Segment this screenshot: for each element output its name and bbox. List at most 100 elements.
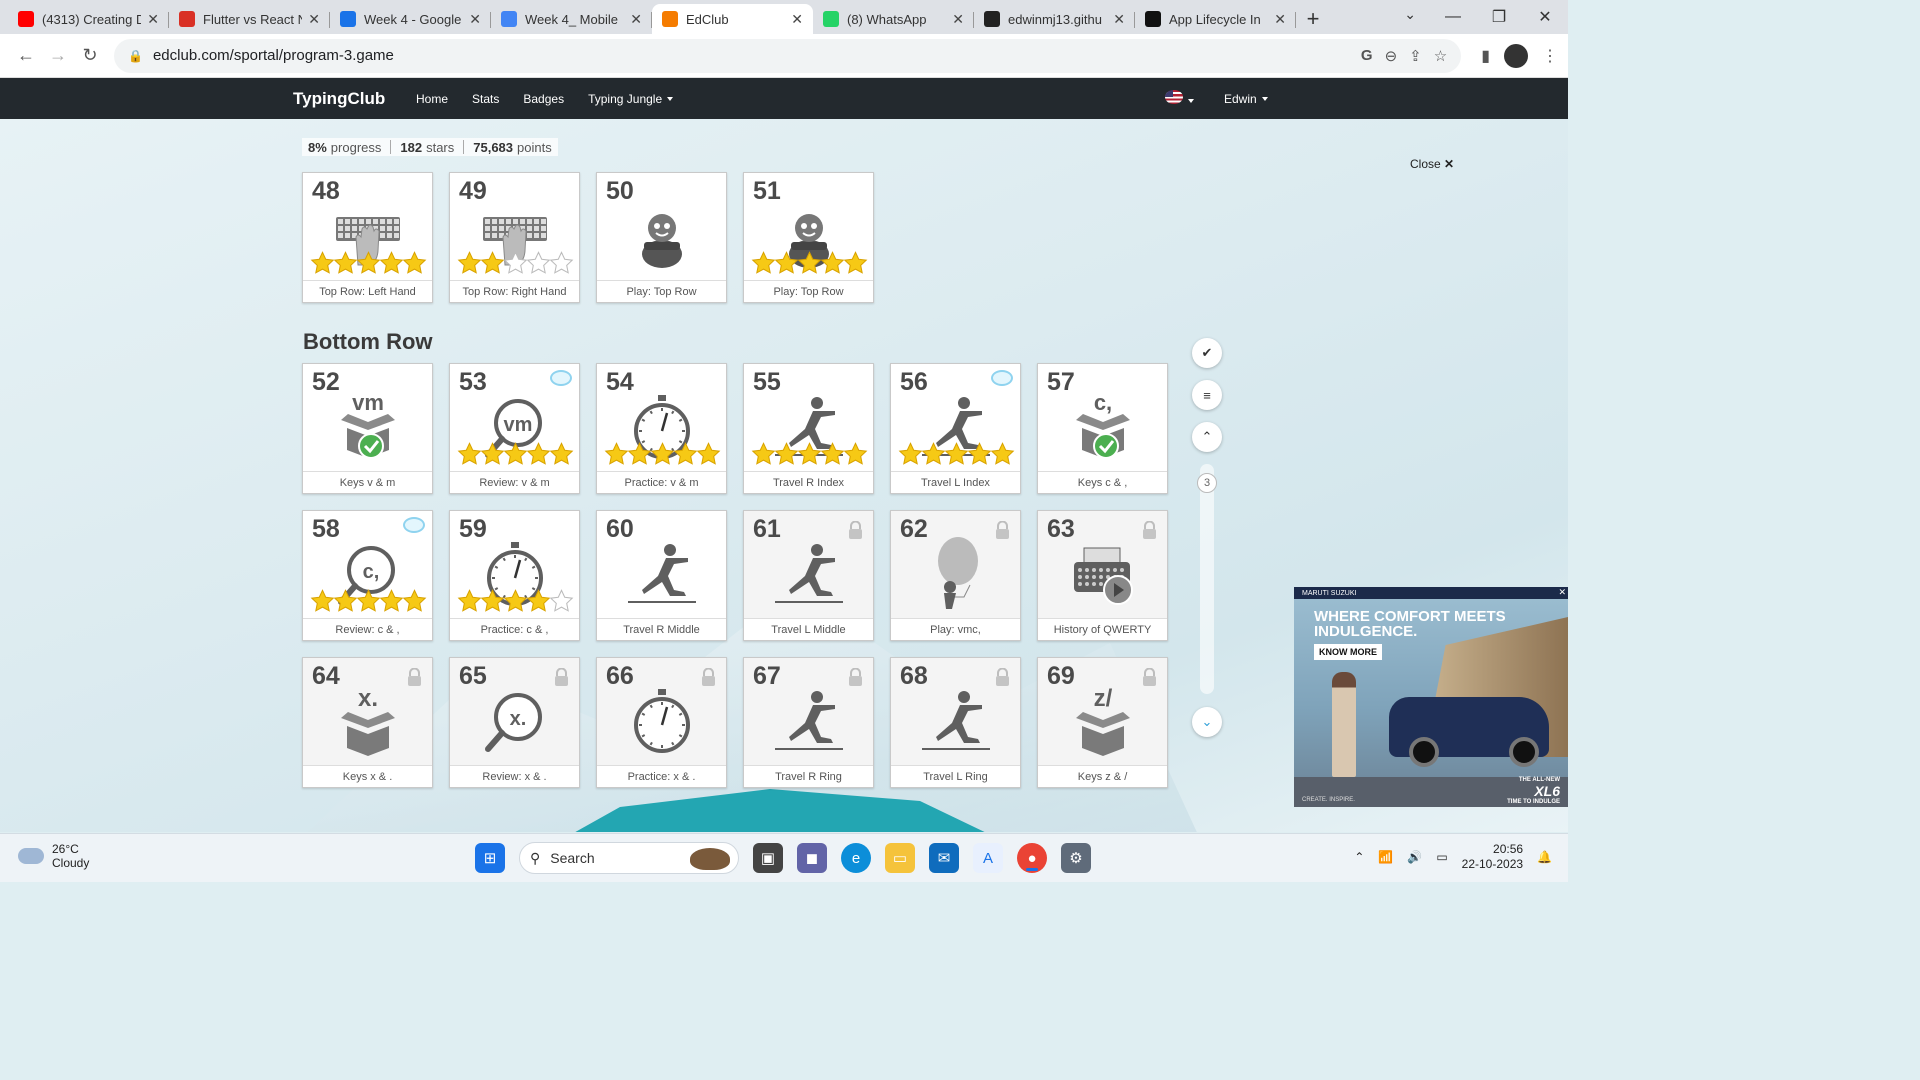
menu-icon[interactable]: ≡ xyxy=(1192,380,1222,410)
nav-home[interactable]: Home xyxy=(416,92,448,106)
user-menu[interactable]: Edwin xyxy=(1224,92,1268,106)
lesson-stars xyxy=(309,588,428,616)
url-field[interactable]: 🔒 edclub.com/sportal/program-3.game G ⊖ … xyxy=(114,38,1462,73)
nav-badges[interactable]: Badges xyxy=(523,92,564,106)
lesson-card[interactable]: 59 Practice: c & , xyxy=(449,510,580,641)
lesson-card[interactable]: 51 Play: Top Row xyxy=(743,172,874,303)
close-tab-icon[interactable]: ✕ xyxy=(1274,11,1286,28)
minimize-icon[interactable]: — xyxy=(1430,0,1476,34)
lesson-card[interactable]: 69 z/Keys z & / xyxy=(1037,657,1168,788)
lesson-card[interactable]: 67 Travel R Ring xyxy=(743,657,874,788)
lesson-card[interactable]: 48 Top Row: Left Hand xyxy=(302,172,433,303)
browser-tab[interactable]: (8) WhatsApp ✕ xyxy=(813,4,974,34)
lock-icon xyxy=(1143,668,1156,686)
mail-icon[interactable]: ✉ xyxy=(929,843,959,873)
site-navbar: TypingClub Home Stats Badges Typing Jung… xyxy=(0,78,1568,119)
lesson-card[interactable]: 65 x. Review: x & . xyxy=(449,657,580,788)
taskbar-search[interactable]: ⚲ Search xyxy=(519,842,739,874)
teams-chat-icon[interactable]: ◼ xyxy=(797,843,827,873)
lesson-card[interactable]: 68 Travel L Ring xyxy=(890,657,1021,788)
ad-model: THE ALL-NEW XL6 TIME TO INDULGE xyxy=(1507,777,1560,805)
file-explorer-icon[interactable]: ▭ xyxy=(885,843,915,873)
bookmark-star-icon[interactable]: ☆ xyxy=(1434,47,1447,65)
lock-icon[interactable]: 🔒 xyxy=(128,49,143,63)
reload-icon[interactable]: ↻ xyxy=(74,40,106,72)
back-icon[interactable]: ← xyxy=(10,40,42,72)
nav-stats[interactable]: Stats xyxy=(472,92,499,106)
ad-know-more-button[interactable]: KNOW MORE xyxy=(1314,644,1382,660)
lesson-card[interactable]: 50 Play: Top Row xyxy=(596,172,727,303)
lesson-card[interactable]: 53 vm Review: v & m xyxy=(449,363,580,494)
forward-icon[interactable]: → xyxy=(42,40,74,72)
notification-bell-icon[interactable]: 🔔 xyxy=(1537,850,1552,864)
nav-typing-jungle[interactable]: Typing Jungle xyxy=(588,92,674,106)
zoom-icon[interactable]: ⊖ xyxy=(1385,47,1398,65)
lesson-card[interactable]: 58 c, Review: c & , xyxy=(302,510,433,641)
google-icon[interactable]: G xyxy=(1361,47,1373,64)
lesson-card[interactable]: 60 Travel R Middle xyxy=(596,510,727,641)
browser-tab[interactable]: edwinmj13.githu ✕ xyxy=(974,4,1135,34)
windows-start-icon[interactable]: ⊞ xyxy=(475,843,505,873)
scroll-down-icon[interactable]: ⌄ xyxy=(1192,707,1222,737)
lesson-card[interactable]: 55 Travel R Index xyxy=(743,363,874,494)
chevron-up-icon[interactable]: ⌃ xyxy=(1354,850,1364,864)
weather-widget[interactable]: 26°C Cloudy xyxy=(18,842,89,870)
browser-tab[interactable]: Week 4_ Mobile ✕ xyxy=(491,4,652,34)
close-tab-icon[interactable]: ✕ xyxy=(1113,11,1125,28)
tab-search-icon[interactable]: ⌄ xyxy=(1404,6,1416,23)
lesson-card[interactable]: 61 Travel L Middle xyxy=(743,510,874,641)
side-panel-icon[interactable]: ▮ xyxy=(1481,46,1490,66)
close-window-icon[interactable]: ✕ xyxy=(1522,0,1568,34)
lesson-title: Travel R Middle xyxy=(597,618,726,640)
cloud-icon xyxy=(18,848,44,864)
search-highlight-image xyxy=(690,848,730,870)
lesson-card[interactable]: 54 Practice: v & m xyxy=(596,363,727,494)
close-tab-icon[interactable]: ✕ xyxy=(308,11,320,28)
check-icon[interactable]: ✔ xyxy=(1192,338,1222,368)
chrome-menu-icon[interactable]: ⋮ xyxy=(1542,46,1558,66)
lesson-card[interactable]: 64 x. Keys x & . xyxy=(302,657,433,788)
share-icon[interactable]: ⇪ xyxy=(1409,47,1422,65)
browser-tab[interactable]: (4313) Creating D ✕ xyxy=(8,4,169,34)
wifi-icon[interactable]: 📶 xyxy=(1378,850,1393,864)
lesson-card[interactable]: 62 Play: vmc, xyxy=(890,510,1021,641)
browser-tab[interactable]: Flutter vs React N ✕ xyxy=(169,4,330,34)
typingclub-logo[interactable]: TypingClub xyxy=(293,89,385,109)
clock[interactable]: 20:56 22-10-2023 xyxy=(1462,842,1523,872)
close-tab-icon[interactable]: ✕ xyxy=(952,11,964,28)
star-filled-icon xyxy=(333,251,358,274)
lesson-card[interactable]: 57 c, Keys c & , xyxy=(1037,363,1168,494)
app-installer-icon[interactable]: A xyxy=(973,843,1003,873)
chrome-icon[interactable]: ● xyxy=(1017,843,1047,873)
close-tab-icon[interactable]: ✕ xyxy=(469,11,481,28)
lesson-card[interactable]: 66 Practice: x & . xyxy=(596,657,727,788)
close-tab-icon[interactable]: ✕ xyxy=(791,11,803,28)
star-filled-icon xyxy=(480,442,505,465)
new-tab-button[interactable]: + xyxy=(1296,4,1330,34)
edge-icon[interactable]: e xyxy=(841,843,871,873)
lesson-card[interactable]: 52 vm Keys v & m xyxy=(302,363,433,494)
close-button[interactable]: Close ✕ xyxy=(1410,157,1454,171)
lock-icon xyxy=(849,668,862,686)
browser-tab[interactable]: App Lifecycle In ✕ xyxy=(1135,4,1296,34)
close-tab-icon[interactable]: ✕ xyxy=(630,11,642,28)
settings-gear-icon[interactable]: ⚙ xyxy=(1061,843,1091,873)
svg-text:c,: c, xyxy=(362,561,379,583)
lesson-card[interactable]: 63 History of QWERTY xyxy=(1037,510,1168,641)
task-view-icon[interactable]: ▣ xyxy=(753,843,783,873)
battery-icon[interactable]: ▭ xyxy=(1436,850,1447,864)
lesson-card[interactable]: 56 Travel L Index xyxy=(890,363,1021,494)
profile-avatar[interactable] xyxy=(1504,43,1528,68)
restore-icon[interactable]: ❐ xyxy=(1476,0,1522,34)
language-selector[interactable] xyxy=(1165,90,1194,107)
browser-tab[interactable]: EdClub ✕ xyxy=(652,4,813,34)
ad-close-icon[interactable]: ✕ xyxy=(1558,587,1566,598)
youtube-icon xyxy=(18,11,34,27)
lesson-card[interactable]: 49 Top Row: Right Hand xyxy=(449,172,580,303)
scroll-up-icon[interactable]: ⌃ xyxy=(1192,422,1222,452)
browser-tab[interactable]: Week 4 - Google ✕ xyxy=(330,4,491,34)
page-scrollbar[interactable] xyxy=(1200,464,1214,694)
close-tab-icon[interactable]: ✕ xyxy=(147,11,159,28)
advertisement[interactable]: MARUTI SUZUKI ✕ WHERE COMFORT MEETS INDU… xyxy=(1294,587,1568,807)
volume-icon[interactable]: 🔊 xyxy=(1407,850,1422,864)
